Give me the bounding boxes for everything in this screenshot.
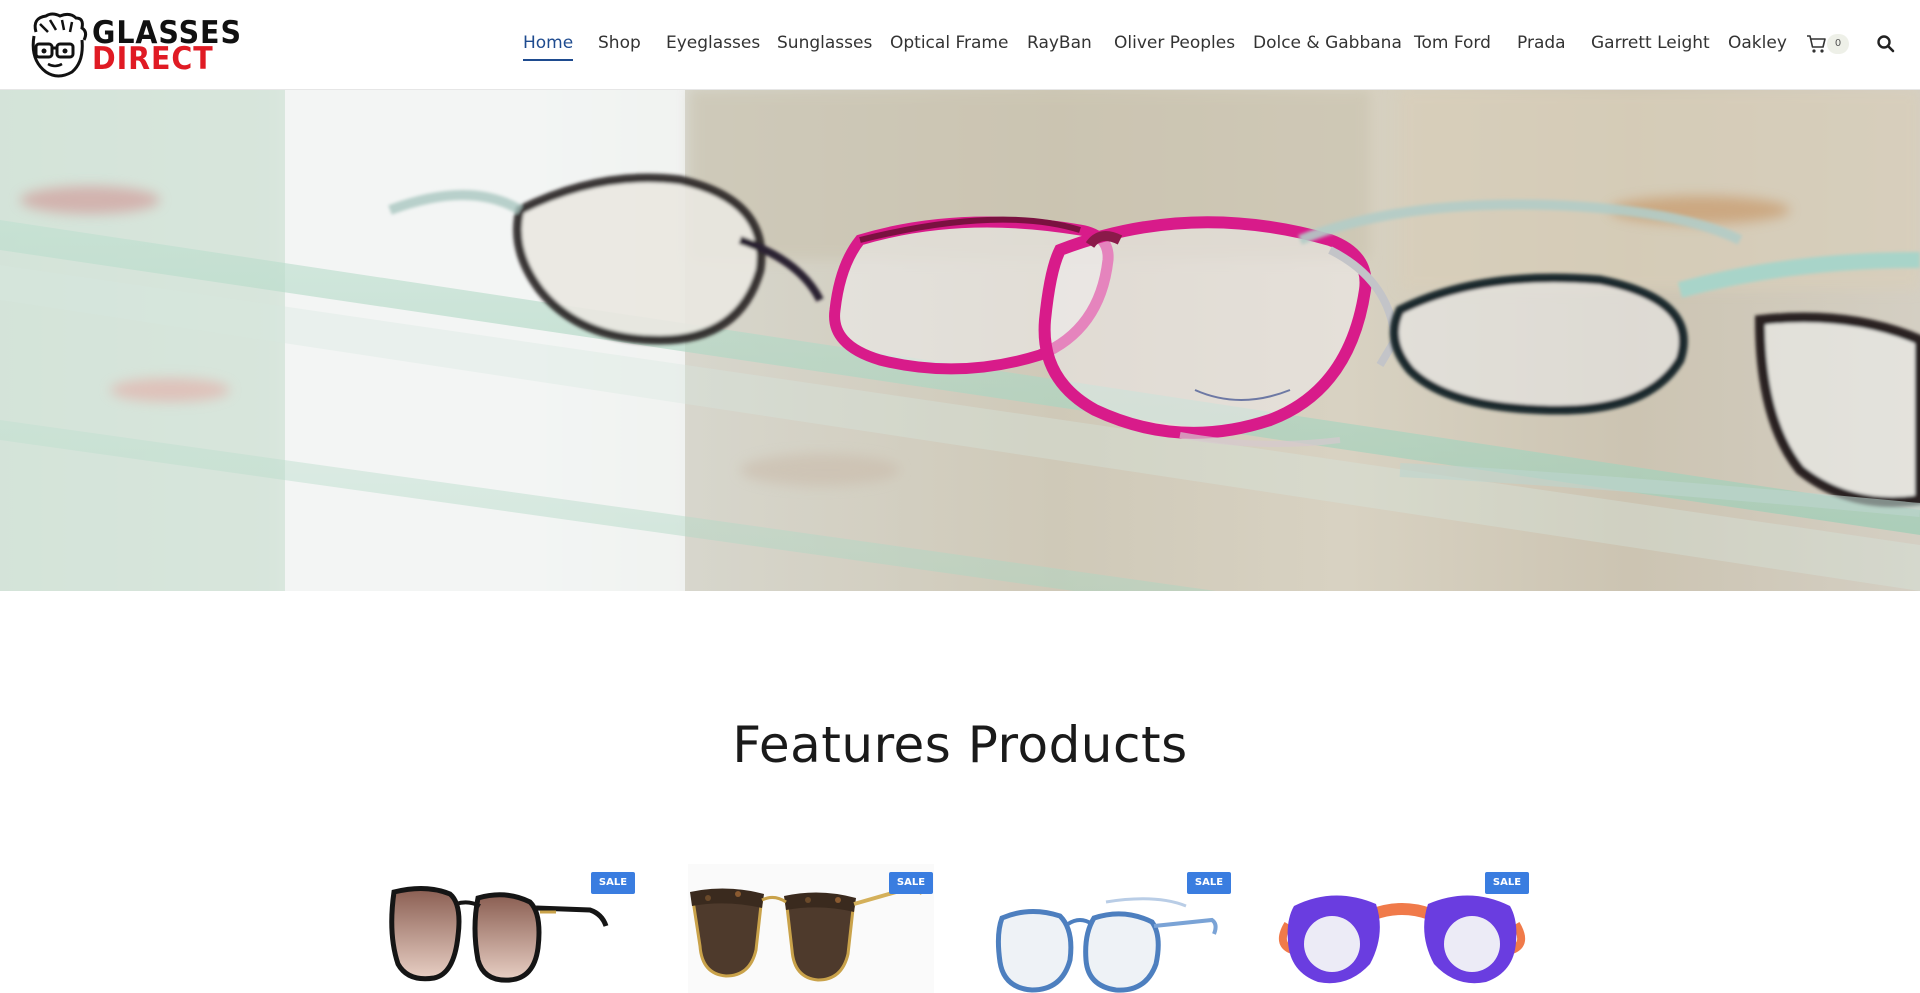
cart-button[interactable]: 0 [1806, 33, 1850, 57]
main-nav: Home Shop Eyeglasses Sunglasses Optical … [0, 0, 1920, 90]
nav-item-dolce-gabbana[interactable]: Dolce & Gabbana [1253, 33, 1402, 53]
product-card[interactable]: SALE [380, 864, 636, 993]
product-card[interactable]: SALE [1274, 864, 1530, 993]
features-title: Features Products [732, 716, 1188, 774]
nav-item-home[interactable]: Home [523, 33, 574, 61]
nav-item-garrett-leight[interactable]: Garrett Leight [1591, 33, 1710, 53]
cart-icon [1807, 35, 1826, 53]
active-indicator [523, 59, 574, 61]
nav-item-sunglasses[interactable]: Sunglasses [777, 33, 872, 53]
hero-glasses-image [0, 90, 1920, 591]
search-button[interactable] [1876, 34, 1898, 56]
nav-item-tom-ford[interactable]: Tom Ford [1414, 33, 1491, 53]
sale-badge: SALE [1187, 872, 1231, 894]
nav-item-label: Home [523, 33, 574, 53]
product-card[interactable]: SALE [976, 864, 1232, 993]
product-card[interactable]: SALE [678, 864, 934, 993]
nav-item-optical-frame[interactable]: Optical Frame [890, 33, 1008, 53]
nav-item-oliver-peoples[interactable]: Oliver Peoples [1114, 33, 1235, 53]
nav-item-rayban[interactable]: RayBan [1027, 33, 1092, 53]
nav-item-shop[interactable]: Shop [598, 33, 641, 53]
cart-count-badge: 0 [1827, 34, 1849, 54]
search-icon [1877, 35, 1895, 53]
hero-banner [0, 90, 1920, 591]
nav-item-eyeglasses[interactable]: Eyeglasses [666, 33, 760, 53]
nav-item-prada[interactable]: Prada [1517, 33, 1566, 53]
nav-item-oakley[interactable]: Oakley [1728, 33, 1787, 53]
sale-badge: SALE [1485, 872, 1529, 894]
sale-badge: SALE [591, 872, 635, 894]
site-header: GLASSES DIRECT Home Shop Eyeglasses Sung… [0, 0, 1920, 90]
sale-badge: SALE [889, 872, 933, 894]
